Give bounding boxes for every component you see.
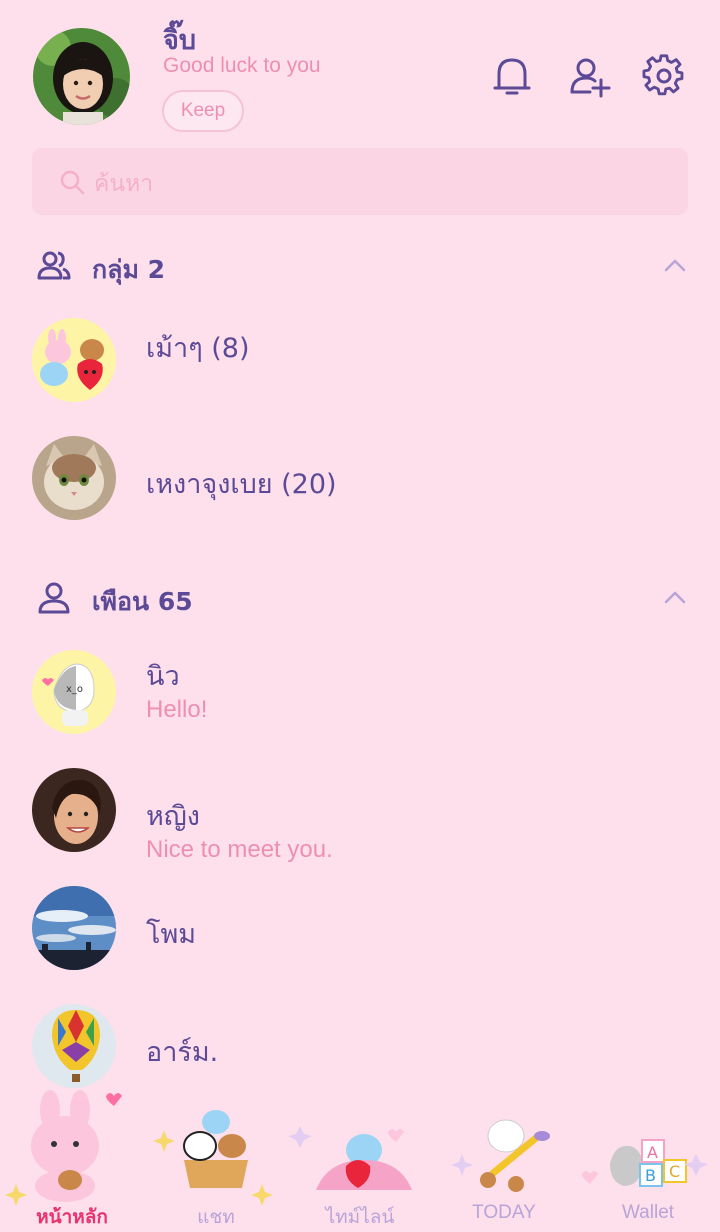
- blocks-sticker-icon: A B C: [582, 1139, 708, 1187]
- search-placeholder: ค้นหา: [94, 171, 154, 197]
- friend-name: โพม: [146, 919, 197, 950]
- tab-label: แชท: [197, 1207, 235, 1228]
- tab-label: หน้าหลัก: [36, 1206, 108, 1228]
- svg-text:B: B: [645, 1166, 656, 1185]
- profile-status-message[interactable]: Good luck to you: [163, 54, 321, 78]
- chevron-up-icon[interactable]: [662, 586, 688, 608]
- tab-today[interactable]: TODAY: [432, 1080, 576, 1232]
- search-input[interactable]: ค้นหา: [32, 148, 688, 215]
- settings-icon[interactable]: [642, 54, 686, 98]
- group-name: เหงาจุงเบย (20): [146, 469, 337, 500]
- group-name: เม้าๆ (8): [146, 333, 250, 364]
- tab-wallet[interactable]: A B C Wallet: [576, 1080, 720, 1232]
- bottom-tab-bar: หน้าหลัก แชท ไทม์ไลน์ TODAY A B C Wallet: [0, 1080, 720, 1232]
- list-item[interactable]: เหงาจุงเบย (20): [32, 436, 688, 522]
- friend-status: Nice to meet you.: [146, 836, 333, 863]
- person-icon: [38, 582, 70, 614]
- search-icon: [60, 170, 85, 195]
- add-friend-icon[interactable]: [568, 54, 612, 98]
- svg-text:x_o: x_o: [66, 684, 83, 695]
- bunny-sticker-icon: [5, 1090, 122, 1205]
- list-item[interactable]: อาร์ม.: [32, 1004, 688, 1090]
- friend-name: อาร์ม.: [146, 1037, 219, 1068]
- friend-status: Hello!: [146, 696, 208, 723]
- tab-home[interactable]: หน้าหลัก: [0, 1080, 144, 1232]
- list-item[interactable]: หญิง Nice to meet you.: [32, 768, 688, 863]
- avatar: [32, 768, 116, 852]
- keep-button[interactable]: Keep: [162, 90, 244, 132]
- avatar: [32, 436, 116, 520]
- tab-label: Wallet: [621, 1202, 675, 1223]
- group-icon: [37, 251, 71, 280]
- basket-sticker-icon: [153, 1110, 273, 1205]
- list-item[interactable]: x_o นิว Hello!: [32, 650, 688, 736]
- avatar: [32, 318, 116, 402]
- scooter-sticker-icon: [451, 1119, 550, 1192]
- svg-text:A: A: [647, 1143, 658, 1162]
- avatar: x_o: [32, 650, 116, 734]
- list-item[interactable]: เม้าๆ (8): [32, 318, 688, 404]
- friends-section-title: เพือน 65: [92, 587, 193, 616]
- profile-avatar[interactable]: [33, 28, 130, 125]
- tab-chat[interactable]: แชท: [144, 1080, 288, 1232]
- friend-name: นิว: [146, 661, 180, 692]
- groups-section-header[interactable]: กลุ่ม 2: [36, 246, 688, 286]
- avatar: [32, 886, 116, 970]
- avatar: [32, 1004, 116, 1088]
- svg-text:C: C: [669, 1162, 680, 1181]
- blanket-sticker-icon: [288, 1126, 412, 1190]
- tab-label: ไทม์ไลน์: [325, 1207, 395, 1228]
- chevron-up-icon[interactable]: [662, 254, 688, 276]
- groups-section-title: กลุ่ม 2: [92, 255, 166, 284]
- friends-section-header[interactable]: เพือน 65: [36, 578, 688, 618]
- friend-name: หญิง: [146, 801, 200, 832]
- bell-icon[interactable]: [490, 54, 534, 98]
- tab-label: TODAY: [472, 1202, 536, 1223]
- tab-timeline[interactable]: ไทม์ไลน์: [288, 1080, 432, 1232]
- list-item[interactable]: โพม: [32, 886, 688, 972]
